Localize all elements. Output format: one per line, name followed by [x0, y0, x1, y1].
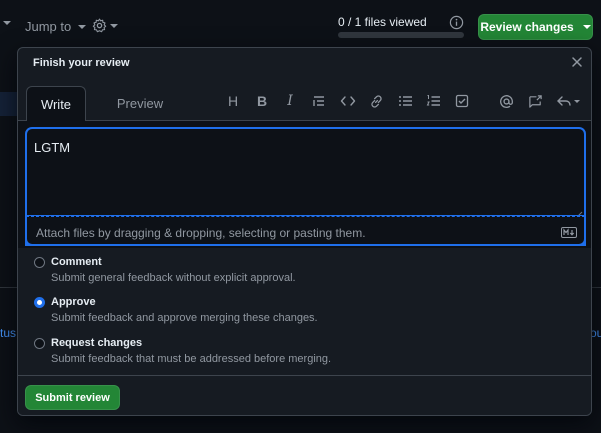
request-changes-option-description: Submit feedback that must be addressed b… — [51, 353, 332, 365]
comment-text: LGTM — [34, 140, 71, 155]
settings-menu[interactable] — [92, 18, 118, 33]
jump-to-label: Jump to — [25, 19, 72, 34]
task-list-icon[interactable] — [453, 92, 471, 110]
approve-radio[interactable] — [34, 297, 45, 308]
saved-replies-icon[interactable] — [555, 92, 583, 110]
chevron-down-icon — [110, 23, 118, 28]
comment-option-title: Comment — [51, 256, 102, 268]
approve-option-description: Submit feedback and approve merging thes… — [51, 312, 318, 324]
tab-write[interactable]: Write — [26, 86, 86, 121]
attach-files-hint: Attach files by dragging & dropping, sel… — [36, 226, 366, 240]
code-icon[interactable] — [339, 92, 357, 110]
request-changes-radio[interactable] — [34, 338, 45, 349]
ordered-list-icon[interactable] — [424, 92, 442, 110]
bold-icon[interactable]: B — [253, 92, 271, 110]
background-link-fragment[interactable]: tus — [0, 326, 16, 340]
mention-icon[interactable] — [497, 92, 515, 110]
heading-icon[interactable]: H — [224, 92, 242, 110]
editor-tabs: Write Preview H B I — [18, 78, 591, 121]
comment-radio[interactable] — [34, 257, 45, 268]
submit-review-button[interactable]: Submit review — [25, 385, 120, 410]
quote-icon[interactable] — [310, 92, 328, 110]
dialog-title: Finish your review — [33, 57, 130, 69]
chevron-down-icon — [78, 24, 87, 29]
review-changes-button[interactable]: Review changes — [478, 14, 593, 40]
files-viewed-progress-bar — [338, 32, 464, 38]
markdown-icon[interactable] — [561, 226, 577, 241]
jump-to-menu[interactable]: Jump to — [25, 19, 87, 34]
approve-option-title: Approve — [51, 296, 96, 308]
finish-review-dialog: Finish your review Write Preview H B I L… — [17, 47, 592, 416]
chevron-down-icon — [582, 25, 591, 29]
dialog-footer: Submit review — [18, 375, 591, 415]
request-changes-option-title: Request changes — [51, 337, 143, 349]
chevron-down-icon[interactable] — [3, 21, 11, 25]
link-icon[interactable] — [367, 92, 385, 110]
tab-preview[interactable]: Preview — [100, 86, 180, 121]
close-icon[interactable] — [571, 56, 583, 71]
dialog-header: Finish your review — [18, 48, 591, 78]
unordered-list-icon[interactable] — [396, 92, 414, 110]
cross-reference-icon[interactable] — [526, 92, 544, 110]
italic-icon[interactable]: I — [281, 92, 299, 110]
review-changes-label: Review changes — [480, 20, 574, 34]
comment-option-description: Submit general feedback without explicit… — [51, 272, 296, 284]
gear-icon — [92, 18, 107, 33]
info-icon[interactable] — [449, 15, 464, 33]
background-highlight — [0, 92, 18, 116]
top-bar: Jump to 0 / 1 files viewed Review change… — [0, 0, 601, 48]
files-viewed-counter: 0 / 1 files viewed — [338, 15, 427, 29]
